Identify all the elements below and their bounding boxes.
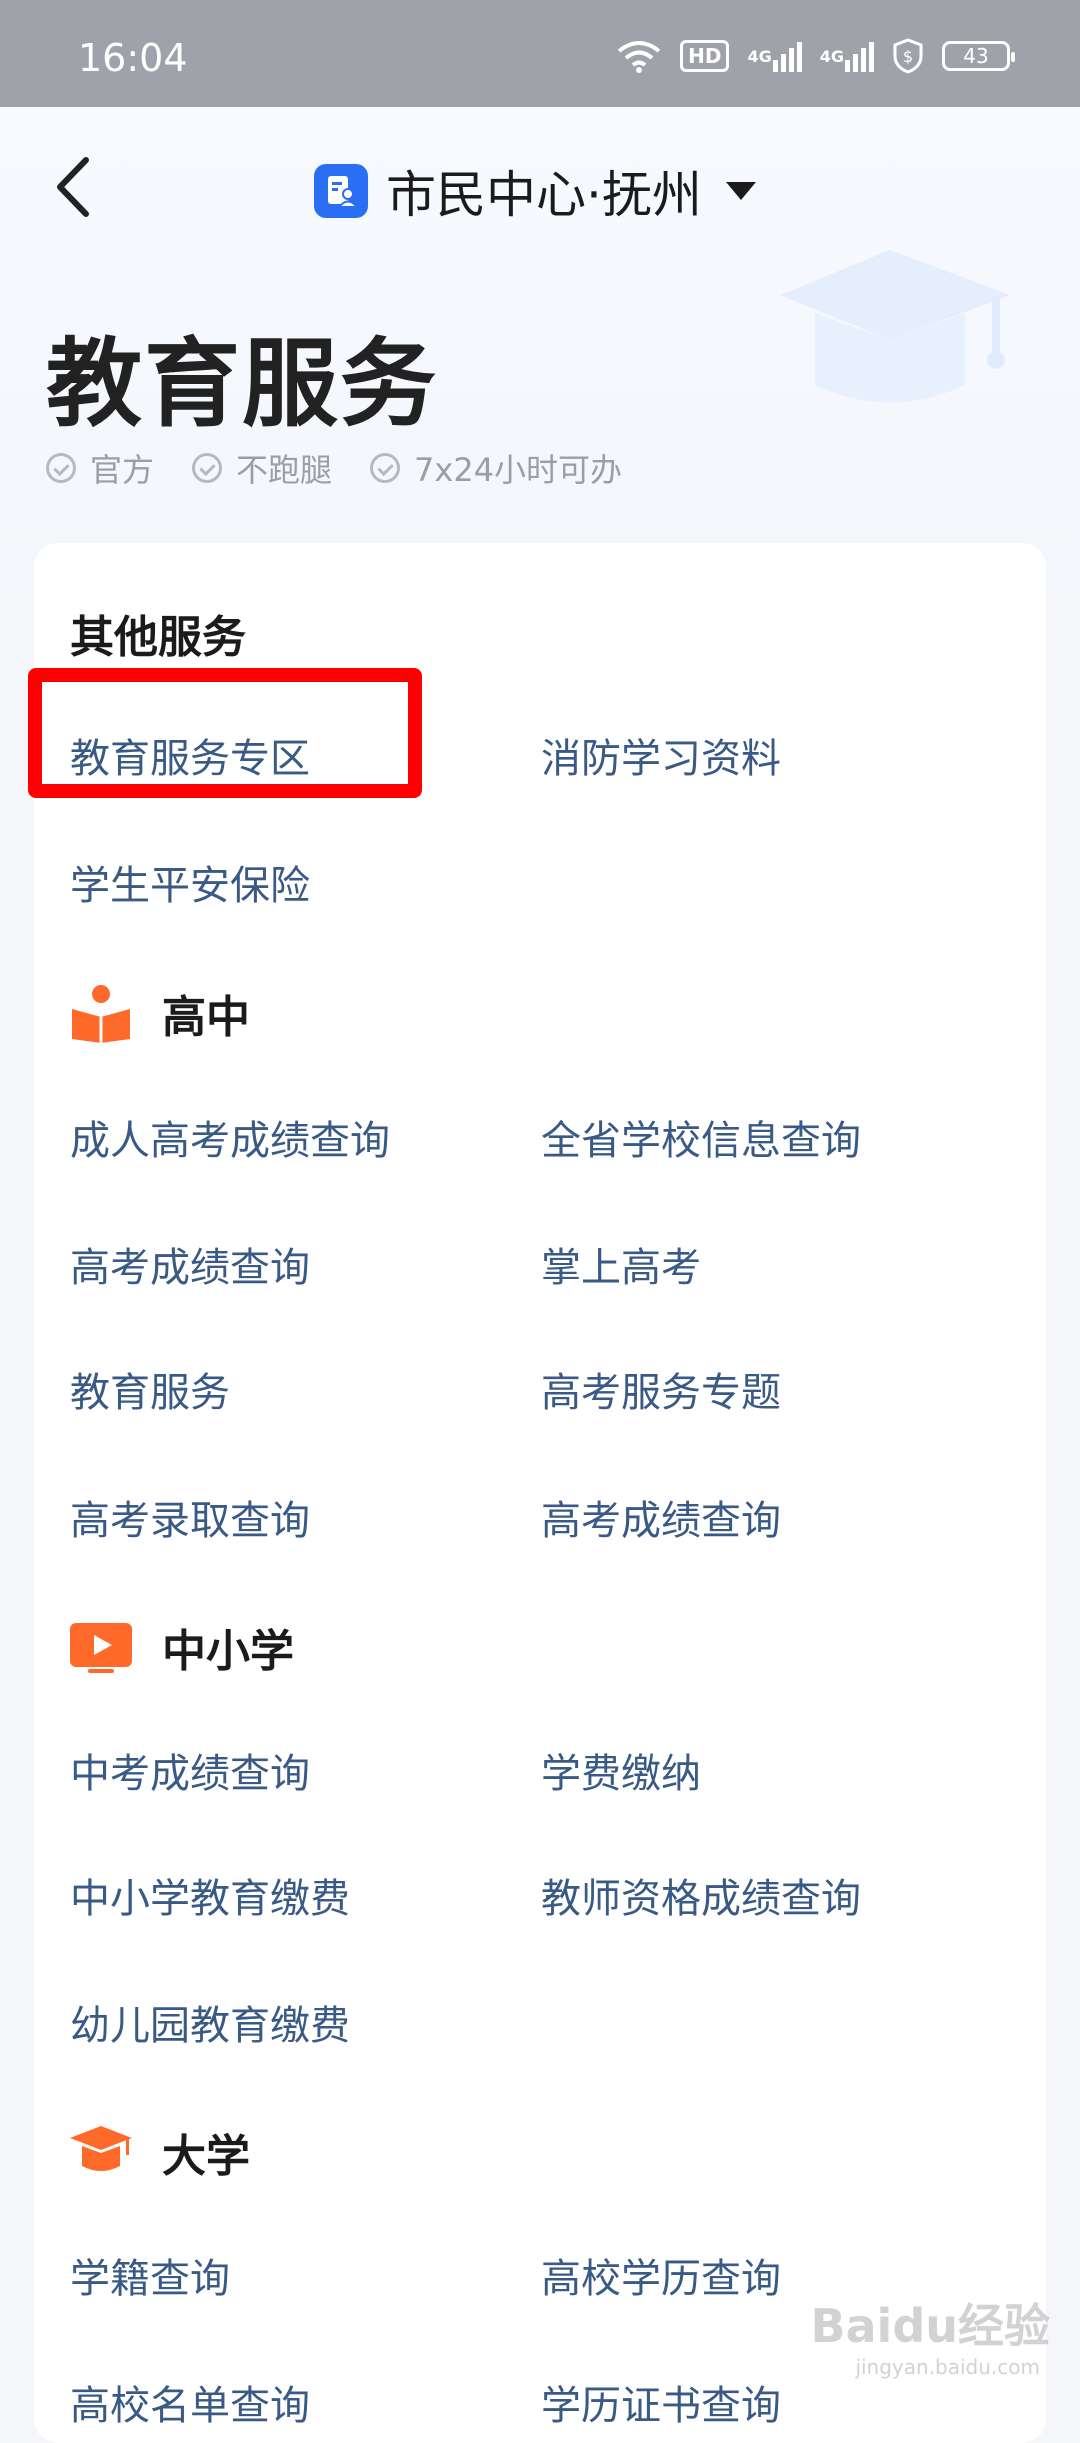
- battery-icon: 43: [942, 41, 1015, 71]
- tag-official: 官方: [46, 445, 154, 491]
- service-link-gaokao-admission[interactable]: 高考录取查询: [70, 1488, 310, 1546]
- service-link-degree-query[interactable]: 高校学历查询: [541, 2246, 781, 2304]
- service-link-diploma-query[interactable]: 学历证书查询: [541, 2373, 781, 2431]
- chevron-left-icon: [57, 157, 89, 217]
- city-label: 市民中心·抚州: [386, 166, 702, 224]
- service-link-gaokao-score-2[interactable]: 高考成绩查询: [541, 1488, 781, 1546]
- service-link-school-info[interactable]: 全省学校信息查询: [541, 1108, 861, 1166]
- service-link-zhongkao-score[interactable]: 中考成绩查询: [70, 1741, 310, 1799]
- baidu-watermark: Baidu经验: [810, 2299, 1050, 2353]
- service-link-teacher-cert-score[interactable]: 教师资格成绩查询: [541, 1866, 861, 1924]
- service-tags: 官方 不跑腿 7x24小时可办: [46, 445, 622, 491]
- status-icons: HD 4G 4G $ 43: [616, 38, 1015, 74]
- service-link-gaokao-topic[interactable]: 高考服务专题: [541, 1360, 781, 1418]
- service-link-tuition-payment[interactable]: 学费缴纳: [541, 1741, 701, 1799]
- graduation-cap-icon: [770, 235, 1020, 435]
- check-circle-icon: [370, 453, 401, 483]
- service-link-education-service[interactable]: 教育服务: [70, 1360, 230, 1418]
- status-bar: 16:04 HD 4G 4G $ 43: [0, 0, 1080, 107]
- services-card: 其他服务 教育服务专区 消防学习资料 学生平安保险 高中 成人高考成绩查询 全省…: [34, 543, 1046, 2443]
- service-link-adult-exam-score[interactable]: 成人高考成绩查询: [70, 1108, 390, 1166]
- service-link-mobile-gaokao[interactable]: 掌上高考: [541, 1235, 701, 1293]
- dropdown-arrow-icon: [725, 182, 756, 200]
- service-link-gaokao-score[interactable]: 高考成绩查询: [70, 1235, 310, 1293]
- check-circle-icon: [192, 453, 223, 483]
- section-heading-other: 其他服务: [70, 612, 246, 663]
- check-circle-icon: [46, 453, 76, 483]
- service-link-university-list[interactable]: 高校名单查询: [70, 2373, 310, 2431]
- signal-icon-2: 4G: [820, 40, 874, 72]
- service-link-fire-safety-materials[interactable]: 消防学习资料: [541, 726, 781, 784]
- service-link-k12-fee[interactable]: 中小学教育缴费: [70, 1866, 350, 1924]
- svg-text:$: $: [903, 47, 913, 66]
- service-link-education-zone[interactable]: 教育服务专区: [70, 726, 310, 784]
- service-link-student-status[interactable]: 学籍查询: [70, 2246, 230, 2304]
- signal-icon-1: 4G: [747, 40, 802, 72]
- service-link-kindergarten-fee[interactable]: 幼儿园教育缴费: [70, 1993, 350, 2051]
- section-heading-primary-middle: 中小学: [162, 1626, 294, 1677]
- city-selector[interactable]: 市民中心·抚州: [314, 155, 756, 227]
- city-service-icon: [314, 164, 368, 218]
- tag-label: 不跑腿: [236, 451, 333, 489]
- shield-icon: $: [892, 38, 924, 74]
- section-heading-high-school: 高中: [162, 992, 250, 1043]
- back-button[interactable]: [46, 152, 106, 222]
- page-title: 教育服务: [46, 328, 438, 440]
- graduation-cap-icon-small: [70, 2120, 132, 2182]
- hd-icon: HD: [680, 40, 730, 72]
- tag-label: 官方: [90, 451, 155, 489]
- video-play-icon: [70, 1615, 132, 1677]
- section-heading-university: 大学: [162, 2131, 250, 2182]
- service-link-student-insurance[interactable]: 学生平安保险: [70, 853, 310, 911]
- network-type-label: 4G: [819, 46, 844, 66]
- wifi-icon: [616, 39, 662, 73]
- book-icon: [70, 981, 132, 1043]
- tag-no-trip: 不跑腿: [192, 445, 332, 491]
- tag-24-7: 7x24小时可办: [370, 445, 622, 491]
- network-type-label: 4G: [747, 46, 772, 66]
- status-time: 16:04: [78, 36, 188, 80]
- tag-label: 7x24小时可办: [414, 451, 623, 489]
- baidu-watermark-url: jingyan.baidu.com: [855, 2355, 1040, 2379]
